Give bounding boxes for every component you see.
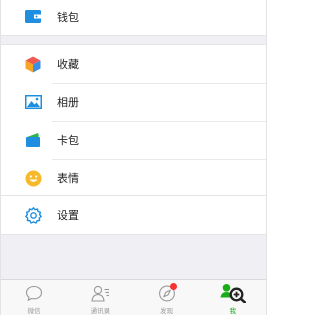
menu-item-label: 表情 — [57, 172, 79, 185]
photo-icon — [24, 93, 42, 111]
tab-contacts[interactable]: 通讯录 — [67, 280, 133, 315]
tab-chats[interactable]: 微信 — [1, 280, 67, 315]
features-group: 收藏 相册 卡包 表情 — [1, 44, 266, 198]
tab-label: 通讯录 — [90, 307, 111, 315]
contacts-icon — [90, 283, 110, 303]
menu-item-label: 卡包 — [57, 134, 79, 147]
tab-label: 我 — [229, 307, 237, 315]
wallet-group: 钱包 — [1, 0, 266, 36]
tab-me[interactable]: 我 — [200, 280, 266, 315]
menu-item-stickers[interactable]: 表情 — [1, 159, 266, 197]
chat-bubble-icon — [24, 283, 44, 303]
menu-item-label: 相册 — [57, 96, 79, 109]
smiley-icon — [24, 169, 42, 187]
gear-icon — [24, 206, 42, 224]
notification-badge — [169, 283, 177, 290]
card-icon — [24, 131, 42, 149]
menu-item-favorites[interactable]: 收藏 — [1, 45, 266, 83]
tab-bar: 微信 通讯录 发现 我 — [1, 279, 266, 315]
compass-icon — [157, 283, 177, 303]
menu-item-label: 钱包 — [57, 10, 79, 24]
menu-item-cards[interactable]: 卡包 — [1, 121, 266, 159]
me-page: 钱包 收藏 相册 卡包 表情 设置 微信 通讯录 发现 我 — [0, 0, 267, 315]
tab-discover[interactable]: 发现 — [134, 280, 200, 315]
tab-label: 微信 — [27, 307, 41, 315]
menu-item-album[interactable]: 相册 — [1, 83, 266, 121]
tab-label: 发现 — [160, 307, 174, 315]
wallet-icon — [24, 8, 42, 26]
settings-group: 设置 — [1, 195, 266, 235]
menu-item-settings[interactable]: 设置 — [1, 196, 266, 234]
cube-icon — [24, 55, 42, 73]
me-icon — [220, 283, 246, 303]
menu-item-wallet[interactable]: 钱包 — [1, 0, 266, 35]
menu-item-label: 设置 — [57, 209, 79, 222]
menu-item-label: 收藏 — [57, 58, 79, 71]
